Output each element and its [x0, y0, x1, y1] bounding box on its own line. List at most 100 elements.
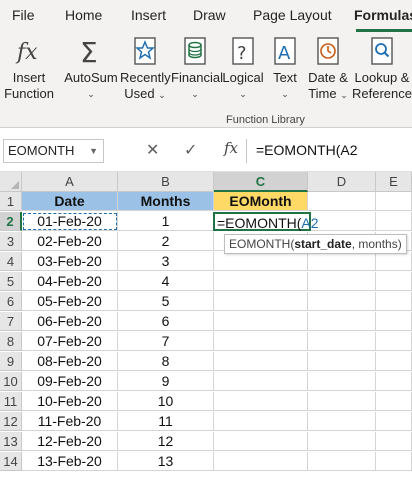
- cell-c2[interactable]: =EOMONTH(A2: [213, 212, 319, 231]
- cell-d9[interactable]: [308, 352, 376, 371]
- cell-d12[interactable]: [308, 412, 376, 431]
- autosum-button[interactable]: Σ AutoSum ⌄: [63, 34, 119, 102]
- cell-e2[interactable]: [376, 212, 412, 231]
- formula-input[interactable]: =EOMONTH(A2: [256, 142, 358, 158]
- cell-a5[interactable]: 04-Feb-20: [22, 272, 118, 291]
- cell-d14[interactable]: [308, 452, 376, 471]
- text-button[interactable]: A Text ⌄: [268, 34, 302, 102]
- date-time-button[interactable]: Date & Time ⌄: [304, 34, 352, 103]
- chevron-down-icon[interactable]: ▼: [89, 140, 98, 162]
- cell-c4[interactable]: [214, 252, 308, 271]
- cell-a3[interactable]: 02-Feb-20: [22, 232, 118, 251]
- cell-c11[interactable]: [214, 392, 308, 411]
- column-header-c[interactable]: C: [214, 172, 308, 192]
- cell-e14[interactable]: [376, 452, 412, 471]
- column-header-a[interactable]: A: [22, 172, 118, 192]
- cell-b13[interactable]: 12: [118, 432, 214, 451]
- cell-c9[interactable]: [214, 352, 308, 371]
- cell-e4[interactable]: [376, 252, 412, 271]
- cell-e7[interactable]: [376, 312, 412, 331]
- row-header[interactable]: 11: [0, 392, 22, 411]
- cell-c14[interactable]: [214, 452, 308, 471]
- row-header[interactable]: 5: [0, 272, 22, 291]
- cell-a7[interactable]: 06-Feb-20: [22, 312, 118, 331]
- tab-draw[interactable]: Draw: [193, 7, 226, 23]
- cell-a6[interactable]: 05-Feb-20: [22, 292, 118, 311]
- cell-a8[interactable]: 07-Feb-20: [22, 332, 118, 351]
- cancel-icon[interactable]: ✕: [146, 140, 159, 160]
- tab-file[interactable]: File: [12, 7, 35, 23]
- cell-a2[interactable]: 01-Feb-20: [22, 212, 118, 231]
- cell-b7[interactable]: 6: [118, 312, 214, 331]
- cell-e1[interactable]: [376, 192, 412, 211]
- row-header[interactable]: 1: [0, 192, 22, 211]
- row-header[interactable]: 10: [0, 372, 22, 391]
- lookup-reference-button[interactable]: Lookup & Reference ⌄: [352, 34, 412, 103]
- column-header-d[interactable]: D: [308, 172, 376, 192]
- row-header[interactable]: 4: [0, 252, 22, 271]
- formula-bar-grip[interactable]: [122, 142, 123, 162]
- row-header[interactable]: 3: [0, 232, 22, 251]
- cell-d10[interactable]: [308, 372, 376, 391]
- cell-a14[interactable]: 13-Feb-20: [22, 452, 118, 471]
- column-header-e[interactable]: E: [376, 172, 412, 192]
- cell-b11[interactable]: 10: [118, 392, 214, 411]
- cell-c6[interactable]: [214, 292, 308, 311]
- column-header-b[interactable]: B: [118, 172, 214, 192]
- cell-d11[interactable]: [308, 392, 376, 411]
- cell-c10[interactable]: [214, 372, 308, 391]
- cell-c13[interactable]: [214, 432, 308, 451]
- cell-d4[interactable]: [308, 252, 376, 271]
- cell-e13[interactable]: [376, 432, 412, 451]
- row-header[interactable]: 9: [0, 352, 22, 371]
- tab-formulas[interactable]: Formulas: [354, 7, 412, 23]
- cell-e5[interactable]: [376, 272, 412, 291]
- cell-b5[interactable]: 4: [118, 272, 214, 291]
- cell-a10[interactable]: 09-Feb-20: [22, 372, 118, 391]
- cell-b1[interactable]: Months: [118, 192, 214, 211]
- cell-b8[interactable]: 7: [118, 332, 214, 351]
- cell-e6[interactable]: [376, 292, 412, 311]
- cell-b2[interactable]: 1: [118, 212, 214, 231]
- insert-function-fx-icon[interactable]: fx: [224, 139, 238, 157]
- cell-b14[interactable]: 13: [118, 452, 214, 471]
- recently-used-button[interactable]: Recently Used ⌄: [120, 34, 171, 103]
- cell-a4[interactable]: 03-Feb-20: [22, 252, 118, 271]
- tab-insert[interactable]: Insert: [131, 7, 166, 23]
- cell-e10[interactable]: [376, 372, 412, 391]
- cell-e8[interactable]: [376, 332, 412, 351]
- row-header[interactable]: 14: [0, 452, 22, 471]
- cell-d8[interactable]: [308, 332, 376, 351]
- cell-a11[interactable]: 10-Feb-20: [22, 392, 118, 411]
- name-box[interactable]: EOMONTH ▼: [3, 139, 104, 163]
- cell-a9[interactable]: 08-Feb-20: [22, 352, 118, 371]
- cell-b4[interactable]: 3: [118, 252, 214, 271]
- cell-d1[interactable]: [308, 192, 376, 211]
- enter-icon[interactable]: ✓: [184, 140, 197, 160]
- cell-d7[interactable]: [308, 312, 376, 331]
- cell-a1[interactable]: Date: [22, 192, 118, 211]
- insert-function-button[interactable]: fx Insert Function: [4, 34, 54, 102]
- cell-c12[interactable]: [214, 412, 308, 431]
- cell-c1[interactable]: EOMonth: [214, 192, 308, 211]
- row-header[interactable]: 2: [0, 212, 22, 231]
- select-all-button[interactable]: [0, 172, 22, 192]
- cell-a13[interactable]: 12-Feb-20: [22, 432, 118, 451]
- cell-d13[interactable]: [308, 432, 376, 451]
- cell-a12[interactable]: 11-Feb-20: [22, 412, 118, 431]
- cell-c8[interactable]: [214, 332, 308, 351]
- logical-button[interactable]: ? Logical ⌄: [221, 34, 265, 102]
- row-header[interactable]: 7: [0, 312, 22, 331]
- cell-d5[interactable]: [308, 272, 376, 291]
- row-header[interactable]: 6: [0, 292, 22, 311]
- cell-b6[interactable]: 5: [118, 292, 214, 311]
- financial-button[interactable]: Financial ⌄: [171, 34, 223, 102]
- cell-c7[interactable]: [214, 312, 308, 331]
- row-header[interactable]: 8: [0, 332, 22, 351]
- cell-e9[interactable]: [376, 352, 412, 371]
- cell-b12[interactable]: 11: [118, 412, 214, 431]
- cell-b10[interactable]: 9: [118, 372, 214, 391]
- cell-b3[interactable]: 2: [118, 232, 214, 251]
- cell-d6[interactable]: [308, 292, 376, 311]
- row-header[interactable]: 12: [0, 412, 22, 431]
